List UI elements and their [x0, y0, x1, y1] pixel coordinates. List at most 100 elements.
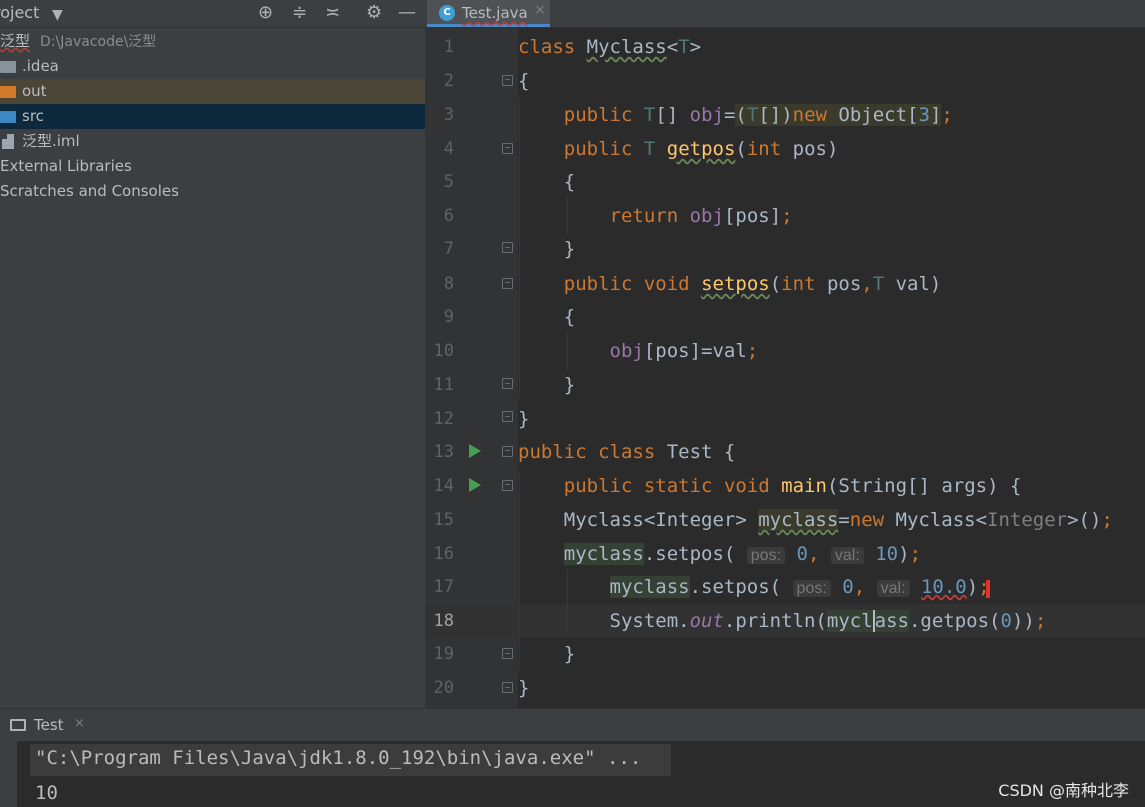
folder-icon: [0, 61, 16, 73]
line-number: 1: [443, 37, 454, 57]
line-number: 3: [443, 105, 454, 125]
gear-icon[interactable]: ⚙: [366, 2, 382, 24]
console-output-line: "C:\Program Files\Java\jdk1.8.0_192\bin\…: [35, 747, 642, 769]
chevron-down-icon[interactable]: ▼: [52, 4, 63, 26]
line-number: 19: [433, 644, 454, 664]
tree-item-module[interactable]: 泛型 D:\Javacode\泛型: [0, 29, 425, 54]
code-line-16: myclass.setpos( pos: 0, val: 10);: [563, 543, 922, 565]
line-number: 13: [433, 442, 454, 462]
minimize-icon[interactable]: —: [398, 2, 416, 24]
line-number: 5: [443, 172, 454, 192]
line-number: 4: [443, 139, 454, 159]
tree-item-out[interactable]: out: [0, 79, 425, 104]
line-number: 8: [443, 274, 454, 294]
param-hint-pos: pos:: [746, 547, 786, 564]
code-line-5: {: [518, 171, 576, 193]
code-line-1: class Myclass<T>: [518, 36, 702, 58]
tree-item-iml[interactable]: 泛型.iml: [0, 129, 425, 154]
line-number: 11: [433, 375, 454, 395]
indent-guide: [519, 470, 520, 670]
run-panel-header: Test ×: [0, 708, 1145, 741]
tree-item-label: Scratches and Consoles: [0, 182, 179, 200]
fold-expand-icon[interactable]: [502, 682, 513, 693]
code-line-10: obj[pos]=val;: [609, 340, 759, 362]
param-hint-pos: pos:: [792, 580, 831, 597]
fold-expand-icon[interactable]: [502, 242, 513, 253]
text-caret: [872, 610, 875, 632]
fold-collapse-icon[interactable]: [502, 278, 513, 289]
run-icon[interactable]: [469, 444, 481, 458]
code-line-11: }: [518, 374, 576, 396]
fold-expand-icon[interactable]: [502, 411, 513, 422]
code-line-14: public static void main(String[] args) {: [563, 475, 1022, 497]
line-number: 17: [433, 577, 454, 597]
project-panel-header: roject ▼ ⊕ ≑ ≍ ⚙ —: [0, 0, 425, 28]
line-number: 16: [433, 544, 454, 564]
code-line-19: }: [518, 643, 576, 665]
code-line-9: {: [518, 306, 576, 328]
line-number: 20: [433, 678, 454, 698]
tab-run-test[interactable]: Test ×: [0, 709, 100, 741]
code-line-13: public class Test {: [518, 441, 736, 463]
line-number: 18: [433, 611, 454, 631]
code-line-12: }: [518, 408, 530, 430]
code-line-4: public T getpos(int pos): [563, 138, 839, 160]
code-line-3: public T[] obj=(T[])new Object[3];: [563, 104, 953, 126]
tree-item-src[interactable]: src: [0, 104, 425, 129]
line-number: 6: [443, 206, 454, 226]
line-number: 7: [443, 239, 454, 259]
locate-icon[interactable]: ⊕: [258, 2, 273, 24]
tree-item-label: src: [22, 107, 44, 125]
folder-icon: [0, 86, 16, 98]
code-line-15: Myclass<Integer> myclass=new Myclass<Int…: [518, 509, 1113, 531]
tree-item-label: External Libraries: [0, 157, 132, 175]
project-tree: 泛型 D:\Javacode\泛型 .idea out src 泛型.iml Ex…: [0, 29, 425, 204]
close-icon[interactable]: ×: [74, 716, 85, 731]
tree-item-idea[interactable]: .idea: [0, 54, 425, 79]
line-number: 10: [433, 341, 454, 361]
fold-expand-icon[interactable]: [502, 378, 513, 389]
console-output-line: 10: [35, 782, 58, 804]
code-line-7: }: [518, 238, 576, 260]
line-number: 14: [433, 476, 454, 496]
code-line-17: myclass.setpos( pos: 0, val: 10.0);: [609, 576, 990, 598]
project-panel: roject ▼ ⊕ ≑ ≍ ⚙ — 泛型 D:\Javacode\泛型 .ide…: [0, 0, 425, 708]
file-icon: [2, 134, 14, 149]
fold-collapse-icon[interactable]: [502, 446, 513, 457]
tree-item-label: 泛型.iml: [22, 132, 80, 150]
fold-collapse-icon[interactable]: [502, 143, 513, 154]
folder-icon: [0, 111, 16, 123]
close-icon[interactable]: ×: [534, 2, 546, 18]
tree-item-scratches[interactable]: Scratches and Consoles: [0, 179, 425, 204]
fold-collapse-icon[interactable]: [502, 480, 513, 491]
editor-tab-bar: C Test.java ×: [425, 0, 1145, 28]
param-hint-val: val:: [830, 547, 864, 564]
code-line-8: public void setpos(int pos,T val): [563, 273, 942, 295]
collapse-all-icon[interactable]: ≍: [325, 2, 340, 24]
line-number: 2: [443, 71, 454, 91]
project-view-title[interactable]: roject: [0, 3, 39, 22]
tree-item-path: D:\Javacode\泛型: [40, 34, 157, 50]
line-number: 15: [433, 510, 454, 530]
tree-item-label: .idea: [22, 57, 59, 75]
error-marker[interactable]: [986, 580, 990, 598]
java-class-icon: C: [439, 5, 455, 21]
tree-item-label: out: [22, 82, 47, 100]
code-line-2: {: [518, 70, 530, 92]
fold-collapse-icon[interactable]: [502, 75, 513, 86]
run-panel: Test × "C:\Program Files\Java\jdk1.8.0_1…: [0, 708, 1145, 807]
run-icon[interactable]: [469, 478, 481, 492]
fold-expand-icon[interactable]: [502, 648, 513, 659]
tree-item-external-libraries[interactable]: External Libraries: [0, 154, 425, 179]
code-line-6: return obj[pos];: [609, 205, 793, 227]
line-number: 12: [433, 409, 454, 429]
console-icon: [10, 719, 26, 731]
tab-label: Test.java: [462, 4, 528, 22]
expand-all-icon[interactable]: ≑: [292, 2, 307, 24]
tab-test-java[interactable]: C Test.java ×: [427, 0, 550, 27]
run-toolbar: [0, 741, 17, 807]
run-tab-label: Test: [34, 716, 64, 734]
line-number: 9: [443, 307, 454, 327]
watermark: CSDN @南种北李: [998, 781, 1129, 800]
code-line-18: System.out.println(mycl ass.getpos(0));: [518, 610, 1047, 632]
